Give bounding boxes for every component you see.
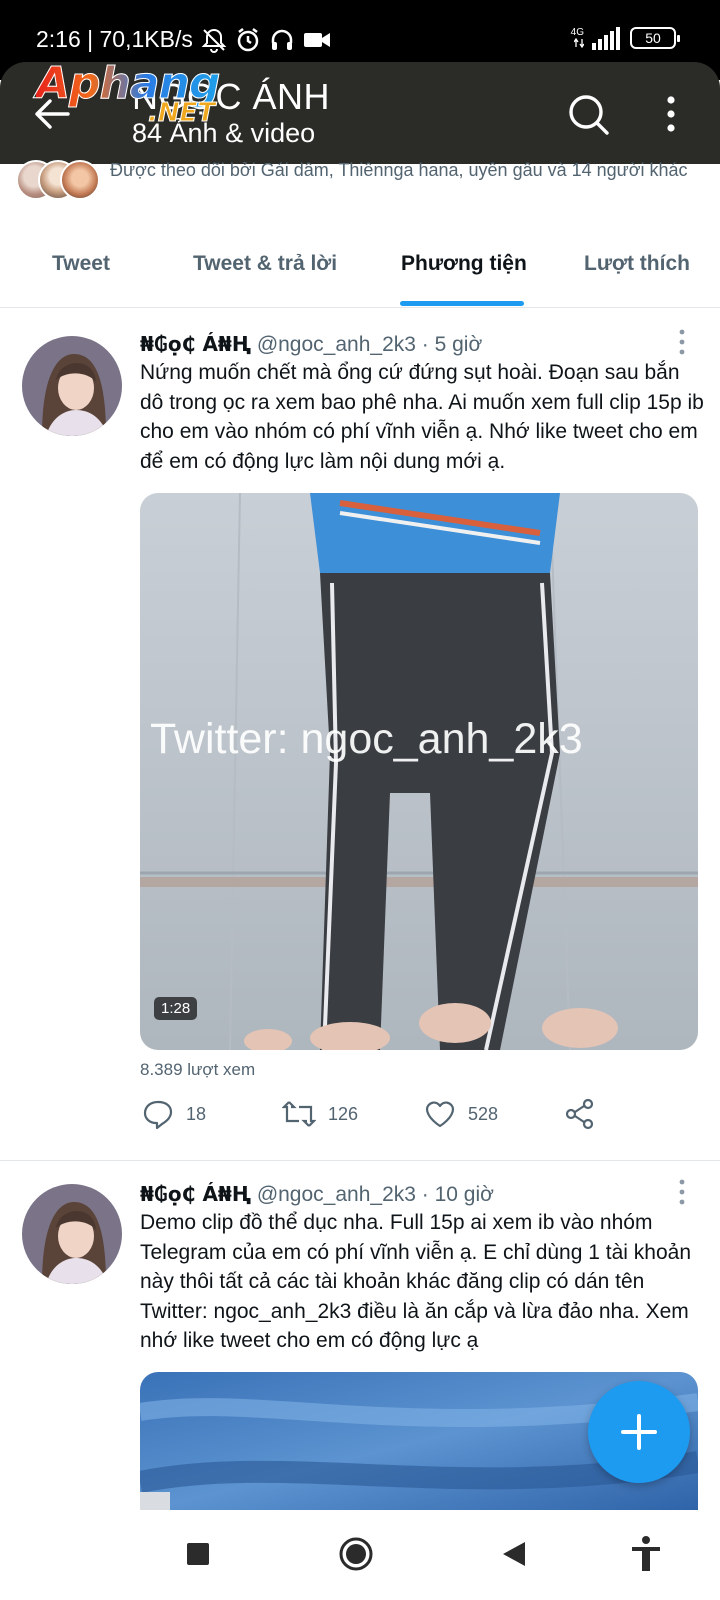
network-type: 4G: [570, 27, 584, 38]
tab-likes[interactable]: Lượt thích: [584, 252, 690, 276]
tab-tweets-replies[interactable]: Tweet & trả lời: [193, 252, 337, 276]
share-button[interactable]: [564, 1096, 596, 1132]
author-handle[interactable]: @ngoc_anh_2k3: [257, 1183, 416, 1206]
profile-header: NGỌC ÁNH 84 Ảnh & video: [0, 62, 720, 164]
video-watermark-text: Twitter: ngoc_anh_2k3: [150, 715, 583, 763]
author-name[interactable]: ₦₲ọ₵ Á₦Ⱨ: [140, 1182, 251, 1206]
video-camera-icon: [303, 32, 330, 47]
status-left: 2:16 | 70,1KB/s: [36, 26, 331, 53]
tab-media[interactable]: Phương tiện: [401, 252, 527, 276]
compose-tweet-button[interactable]: [588, 1381, 690, 1483]
tweet-time: · 5 giờ: [421, 333, 483, 356]
home-circle-icon: [339, 1537, 373, 1571]
media-count: 84 Ảnh & video: [132, 118, 316, 148]
view-count: 8.389 lượt xem: [140, 1060, 256, 1079]
tab-tweets[interactable]: Tweet: [52, 252, 110, 276]
tweet-header: ₦₲ọ₵ Á₦Ⱨ @ngoc_anh_2k3 · 10 giờ: [140, 1182, 494, 1207]
tweet-header: ₦₲ọ₵ Á₦Ⱨ @ngoc_anh_2k3 · 5 giờ: [140, 332, 482, 357]
retweet-button[interactable]: 126: [282, 1096, 358, 1132]
arrow-left-icon[interactable]: [30, 92, 74, 136]
accessibility-button[interactable]: [626, 1534, 666, 1574]
followed-by[interactable]: Được theo dõi bởi Gái dâm, Thiênnga hana…: [16, 158, 706, 214]
tweet-time: · 10 giờ: [421, 1183, 494, 1206]
more-vertical-icon[interactable]: [674, 328, 690, 356]
more-vertical-icon[interactable]: [656, 92, 686, 136]
recents-button[interactable]: [178, 1534, 218, 1574]
reply-count: 18: [186, 1103, 207, 1124]
avatar-image: [22, 336, 122, 436]
author-name[interactable]: ₦₲ọ₵ Á₦Ⱨ: [140, 332, 251, 356]
video-duration: 1:28: [154, 997, 198, 1020]
status-time-speed: 2:16 | 70,1KB/s: [36, 26, 193, 52]
tweet-actions: 18 126 528: [140, 1096, 620, 1132]
signal-icon: [592, 27, 620, 50]
triangle-back-icon: [503, 1542, 525, 1566]
reply-icon: [143, 1100, 173, 1130]
status-right: 4G 50: [570, 26, 680, 50]
system-nav-bar: [0, 1510, 720, 1600]
tweet-text: Demo clip đồ thể dục nha. Full 15p ai xe…: [140, 1211, 691, 1352]
square-icon: [187, 1543, 209, 1565]
accessibility-icon: [632, 1536, 660, 1571]
home-button[interactable]: [336, 1534, 376, 1574]
tweet-text: Nứng muốn chết mà ổng cứ đứng sụt hoài. …: [140, 361, 704, 473]
avatar[interactable]: [22, 1184, 122, 1284]
tweet-video[interactable]: Twitter: ngoc_anh_2k3 1:28: [140, 493, 698, 1050]
data-arrows-icon: [574, 38, 584, 48]
battery-icon: 50: [630, 27, 680, 49]
avatar[interactable]: [22, 336, 122, 436]
reply-button[interactable]: 18: [142, 1096, 206, 1132]
like-count: 528: [468, 1103, 499, 1124]
followers-text: Được theo dõi bởi Gái dâm, Thiênnga hana…: [110, 160, 688, 180]
headset-icon: [271, 29, 293, 50]
profile-tabs: Tweet Tweet & trả lời Phương tiện Lượt t…: [0, 222, 720, 308]
heart-icon: [425, 1101, 455, 1128]
author-handle[interactable]: @ngoc_anh_2k3: [257, 333, 416, 356]
tab-active-indicator: [400, 301, 524, 306]
alarm-icon: [237, 27, 259, 51]
tweet[interactable]: ₦₲ọ₵ Á₦Ⱨ @ngoc_anh_2k3 · 5 giờ Nứng muốn…: [0, 310, 720, 1160]
search-icon[interactable]: [566, 92, 610, 136]
follower-avatar: [60, 160, 100, 200]
retweet-icon: [282, 1101, 316, 1127]
profile-name: NGỌC ÁNH: [132, 76, 331, 117]
back-button[interactable]: [494, 1534, 534, 1574]
bell-off-icon: [201, 28, 227, 53]
more-vertical-icon[interactable]: [674, 1178, 690, 1206]
avatar-image: [22, 1184, 122, 1284]
share-icon: [565, 1098, 594, 1130]
video-thumbnail: [140, 493, 698, 1050]
plus-icon: [621, 1414, 657, 1450]
retweet-count: 126: [328, 1103, 359, 1124]
battery-level: 50: [645, 30, 661, 46]
like-button[interactable]: 528: [424, 1096, 498, 1132]
follower-avatars: [16, 160, 102, 204]
